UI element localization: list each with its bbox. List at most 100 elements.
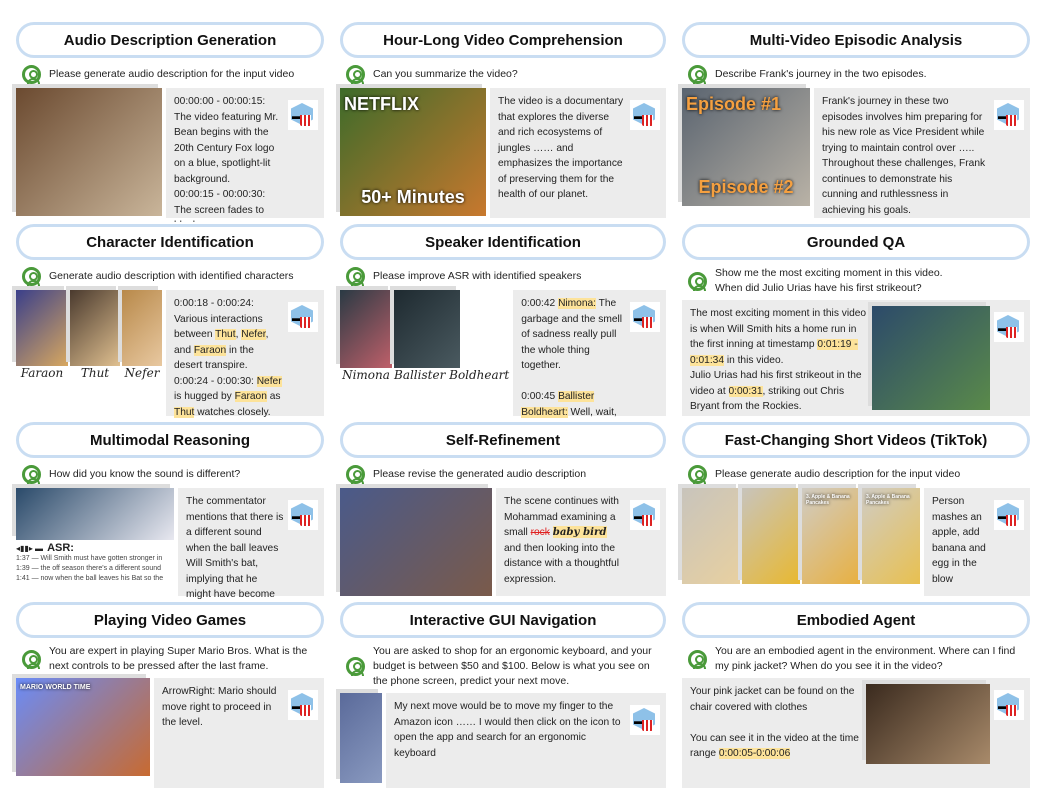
user-circle-icon — [22, 64, 41, 84]
popcorn-icon — [1006, 115, 1017, 126]
response-segment: rock — [530, 527, 550, 538]
panel-title: Embodied Agent — [682, 602, 1030, 638]
popcorn-icon — [642, 115, 653, 126]
user-circle-icon — [346, 464, 365, 484]
panel-body: MARIO WORLD TIME ArrowRight: Mario should… — [12, 678, 328, 792]
prompt-text: Please generate audio description for th… — [715, 467, 961, 480]
response-text: The most exciting moment in this video i… — [690, 306, 868, 412]
video-frames: MARIO WORLD TIME — [16, 678, 150, 788]
asr-block: ◂▮▮▸ ▬ ASR: 1:37 — Will Smith must have go… — [16, 542, 174, 584]
glasses-popcorn-icon: ▬▬ — [630, 705, 660, 735]
video-frame: 3. Apple & Banana Pancakes — [862, 488, 920, 584]
panel-multi-video-episodic-analysis: Multi-Video Episodic Analysis Describe Fr… — [678, 22, 1034, 222]
frame-wrap — [16, 88, 162, 218]
response-segment: The garbage and the smell of sadness rea… — [521, 298, 623, 402]
response-text: Your pink jacket can be found on the cha… — [690, 684, 862, 782]
panel-speaker-identification: Speaker Identification Please improve ASR… — [336, 224, 670, 420]
video-frame — [70, 290, 120, 366]
glasses-popcorn-icon: ▬▬ — [630, 500, 660, 530]
highlight: Thut — [174, 406, 195, 418]
model-response: ArrowRight: Mario should move right to p… — [154, 678, 324, 788]
model-response: The most exciting moment in this video i… — [682, 300, 1030, 416]
panel-self-refinement: Self-Refinement Please revise the generat… — [336, 422, 670, 600]
popcorn-icon — [642, 720, 653, 731]
response-text: 0:00:18 - 0:00:24: Various interactions … — [174, 296, 284, 418]
panel-body: Nimona Ballister Boldheart 0:00:42 Nimona:… — [336, 290, 670, 420]
video-frames: ◂▮▮▸ ▬ ASR: 1:37 — Will Smith must have go… — [16, 488, 174, 596]
response-text: Person mashes an apple, add banana and e… — [932, 494, 990, 590]
video-frame — [340, 693, 382, 783]
panel-title: Grounded QA — [682, 224, 1030, 260]
video-frame — [682, 488, 740, 584]
popcorn-icon — [1006, 327, 1017, 338]
task-grid: Audio Description Generation Please gener… — [12, 22, 1034, 792]
frame-overlay-top: Episode #1 — [686, 94, 782, 114]
panel-body: The most exciting moment in this video i… — [678, 300, 1034, 420]
video-frames: Episode #1 Episode #2 — [682, 88, 810, 218]
panel-body: Your pink jacket can be found on the cha… — [678, 678, 1034, 792]
model-response: The scene continues with Mohammad examin… — [496, 488, 666, 596]
model-response: 00:00:00 - 00:00:15: The video featuring… — [166, 88, 324, 222]
frame-wrap: MARIO WORLD TIME — [16, 678, 150, 788]
user-circle-icon — [688, 64, 707, 84]
model-response: Person mashes an apple, add banana and e… — [924, 488, 1030, 596]
response-segment: The video is a documentary that explores… — [498, 96, 624, 200]
panel-body: ◂▮▮▸ ▬ ASR: 1:37 — Will Smith must have go… — [12, 488, 328, 600]
highlight: Nefer — [241, 329, 266, 340]
frame-overlay-top: 3. Apple & Banana Pancakes — [806, 494, 850, 506]
response-segment: Person mashes an apple, add banana and e… — [932, 496, 986, 585]
video-frame — [340, 290, 392, 368]
video-frames — [16, 88, 162, 218]
panel-playing-video-games: Playing Video Games You are expert in pla… — [12, 602, 328, 792]
character-name: Nimona — [342, 368, 390, 382]
panel-title: Playing Video Games — [16, 602, 324, 638]
user-circle-icon — [346, 266, 365, 286]
response-segment: 00:00:00 - 00:00:15: The video featuring… — [174, 96, 279, 222]
panel-body: The scene continues with Mohammad examin… — [336, 488, 670, 600]
highlight: 0:00:05-0:00:06 — [718, 748, 791, 759]
prompt-text: How did you know the sound is different? — [49, 467, 241, 480]
prompt-text: You are expert in playing Super Mario Br… — [49, 645, 308, 672]
user-circle-icon — [22, 464, 41, 484]
video-frame — [16, 88, 162, 216]
frame-wrap — [872, 306, 990, 410]
frame-overlay-top: NETFLIX — [344, 94, 419, 114]
asr-line: 1:37 — Will Smith must have gotten stron… — [16, 555, 163, 562]
prompt-text: You are asked to shop for an ergonomic k… — [373, 645, 652, 687]
model-response: The video is a documentary that explores… — [490, 88, 666, 218]
response-segment: watches closely. — [194, 406, 271, 418]
highlight: Nimona: — [558, 298, 596, 309]
panel-body: 00:00:00 - 00:00:15: The video featuring… — [12, 88, 328, 222]
user-prompt: You are an embodied agent in the environ… — [678, 638, 1034, 678]
response-segment: My next move would be to move my finger … — [394, 701, 621, 759]
response-segment: as — [269, 391, 281, 402]
highlight: 0:00:31 — [728, 385, 763, 397]
model-response: Frank's journey in these two episodes in… — [814, 88, 1030, 218]
asr-header: ◂▮▮▸ ▬ ASR: — [16, 542, 174, 554]
waveform-speech-icon: ◂▮▮▸ ▬ — [16, 543, 44, 553]
video-frame: Episode #1 Episode #2 — [682, 88, 810, 206]
popcorn-icon — [1006, 705, 1017, 716]
panel-body: Episode #1 Episode #2 Frank's journey in t… — [678, 88, 1034, 222]
video-frame — [122, 290, 162, 366]
video-frames — [340, 693, 382, 788]
model-response: My next move would be to move my finger … — [386, 693, 666, 788]
frame-overlay-label: 50+ Minutes — [361, 187, 465, 207]
video-frames: Nimona Ballister Boldheart — [340, 290, 509, 416]
user-prompt: Can you summarize the video? — [336, 58, 670, 88]
prompt-text: Generate audio description with identifi… — [49, 269, 294, 282]
video-frame — [872, 306, 990, 410]
character-name: Faraon — [20, 366, 64, 380]
video-frames: NETFLIX 50+ Minutes — [340, 88, 486, 218]
response-text: ArrowRight: Mario should move right to p… — [162, 684, 284, 782]
user-circle-icon — [688, 464, 707, 484]
panel-title: Multi-Video Episodic Analysis — [682, 22, 1030, 58]
panel-title: Audio Description Generation — [16, 22, 324, 58]
user-circle-icon — [346, 657, 365, 676]
glasses-popcorn-icon: ▬▬ — [630, 100, 660, 130]
video-frame — [394, 290, 460, 368]
frame-overlay-top: MARIO WORLD TIME — [20, 684, 91, 691]
glasses-popcorn-icon: ▬▬ — [994, 500, 1024, 530]
frame-wrap: Thut — [70, 290, 120, 416]
prompt-text: Describe Frank's journey in the two epis… — [715, 67, 927, 80]
